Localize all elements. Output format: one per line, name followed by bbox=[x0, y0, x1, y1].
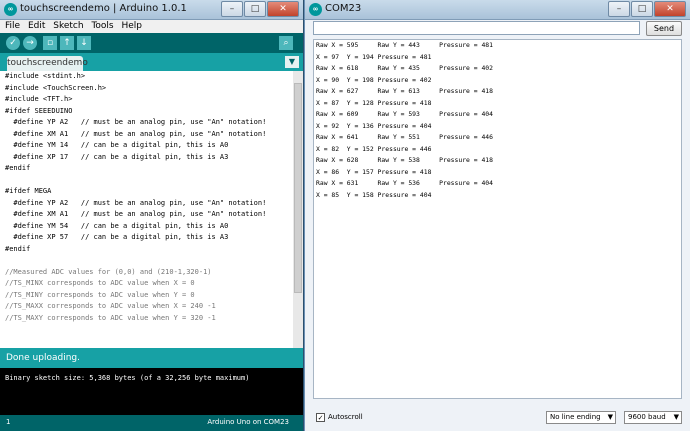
serial-title-bar[interactable]: ∞ COM23 – □ ✕ bbox=[305, 0, 690, 20]
maximize-button[interactable]: □ bbox=[631, 1, 653, 17]
code-line[interactable]: //TS_MAXY corresponds to ADC value when … bbox=[0, 313, 293, 325]
serial-output-line: Raw X = 631 Raw Y = 536 Pressure = 404 bbox=[316, 179, 493, 187]
sketch-tab-row: touchscreendemo ▼ bbox=[0, 53, 303, 71]
code-line[interactable]: //TS_MINX corresponds to ADC value when … bbox=[0, 278, 293, 290]
code-line[interactable]: #endif bbox=[0, 244, 293, 256]
code-line[interactable]: #define XM A1 // must be an analog pin, … bbox=[0, 209, 293, 221]
menu-tools[interactable]: Tools bbox=[91, 21, 113, 31]
serial-input[interactable] bbox=[313, 21, 640, 35]
serial-output-line: X = 82 Y = 152 Pressure = 446 bbox=[316, 144, 432, 153]
ide-menu-bar: File Edit Sketch Tools Help bbox=[0, 20, 303, 33]
serial-output-line: X = 86 Y = 157 Pressure = 418 bbox=[316, 167, 432, 176]
scrollbar-thumb[interactable] bbox=[294, 83, 302, 293]
code-line[interactable]: #define XM A1 // must be an analog pin, … bbox=[0, 129, 293, 141]
serial-output-line: X = 90 Y = 198 Pressure = 402 bbox=[316, 75, 432, 84]
code-line[interactable]: //TS_MAXX corresponds to ADC value when … bbox=[0, 301, 293, 313]
send-button[interactable]: Send bbox=[646, 21, 682, 36]
baud-rate-select[interactable]: 9600 baud ▼ bbox=[624, 411, 682, 424]
autoscroll-label: Autoscroll bbox=[328, 413, 363, 421]
chevron-down-icon: ▼ bbox=[673, 413, 679, 421]
line-ending-select[interactable]: No line ending ▼ bbox=[546, 411, 616, 424]
menu-sketch[interactable]: Sketch bbox=[53, 21, 83, 31]
serial-monitor-button[interactable]: ⌕ bbox=[279, 36, 293, 50]
menu-edit[interactable]: Edit bbox=[28, 21, 45, 31]
close-button[interactable]: ✕ bbox=[654, 1, 686, 17]
autoscroll-checkbox[interactable]: ✓ bbox=[316, 413, 325, 422]
new-button[interactable]: ▫ bbox=[43, 36, 57, 50]
code-line[interactable]: //TS_MINY corresponds to ADC value when … bbox=[0, 290, 293, 302]
arduino-logo-icon: ∞ bbox=[309, 3, 322, 16]
code-line[interactable]: //Measured ADC values for (0,0) and (210… bbox=[0, 267, 293, 279]
serial-input-row: Send bbox=[305, 19, 690, 39]
code-line[interactable]: #include <stdint.h> bbox=[0, 71, 293, 83]
console-output: Binary sketch size: 5,368 bytes (of a 32… bbox=[0, 368, 303, 415]
serial-output-line: Raw X = 627 Raw Y = 613 Pressure = 418 bbox=[316, 87, 493, 95]
open-button[interactable]: ↑ bbox=[60, 36, 74, 50]
tab-menu-arrow-icon[interactable]: ▼ bbox=[285, 56, 299, 68]
serial-monitor-window: ∞ COM23 – □ ✕ Send Raw X = 595 Raw Y = 4… bbox=[305, 0, 690, 431]
verify-button[interactable]: ✓ bbox=[6, 36, 20, 50]
serial-output-line: Raw X = 595 Raw Y = 443 Pressure = 481 bbox=[316, 41, 493, 49]
upload-button[interactable]: → bbox=[23, 36, 37, 50]
serial-output-line: Raw X = 618 Raw Y = 435 Pressure = 402 bbox=[316, 64, 493, 72]
maximize-button[interactable]: □ bbox=[244, 1, 266, 17]
ide-footer: 1 Arduino Uno on COM23 bbox=[0, 415, 303, 431]
tab-touchscreendemo[interactable]: touchscreendemo bbox=[7, 56, 88, 71]
code-line[interactable] bbox=[0, 255, 293, 267]
code-line[interactable]: #define YM 14 // can be a digital pin, t… bbox=[0, 140, 293, 152]
code-line[interactable]: #define YP A2 // must be an analog pin, … bbox=[0, 117, 293, 129]
serial-output-line: X = 87 Y = 128 Pressure = 418 bbox=[316, 98, 432, 107]
line-number: 1 bbox=[6, 418, 11, 426]
ide-title-bar[interactable]: ∞ touchscreendemo | Arduino 1.0.1 – □ ✕ bbox=[0, 0, 303, 20]
save-button[interactable]: ↓ bbox=[77, 36, 91, 50]
code-line[interactable]: #define YM 54 // can be a digital pin, t… bbox=[0, 221, 293, 233]
code-line[interactable] bbox=[0, 175, 293, 187]
baud-rate-value: 9600 baud bbox=[628, 413, 666, 421]
code-line[interactable]: #include <TFT.h> bbox=[0, 94, 293, 106]
serial-output-line: X = 92 Y = 136 Pressure = 404 bbox=[316, 121, 432, 130]
serial-window-title: COM23 bbox=[325, 3, 362, 14]
line-ending-value: No line ending bbox=[550, 413, 601, 421]
arduino-ide-window: ∞ touchscreendemo | Arduino 1.0.1 – □ ✕ … bbox=[0, 0, 304, 431]
code-line[interactable]: #define XP 57 // can be a digital pin, t… bbox=[0, 232, 293, 244]
code-line[interactable]: #ifdef MEGA bbox=[0, 186, 293, 198]
ide-toolbar: ✓ → ▫ ↑ ↓ ⌕ bbox=[0, 33, 303, 53]
serial-output[interactable]: Raw X = 595 Raw Y = 443 Pressure = 481 X … bbox=[313, 39, 682, 399]
serial-output-line: X = 85 Y = 158 Pressure = 404 bbox=[316, 190, 432, 199]
serial-output-line: Raw X = 609 Raw Y = 593 Pressure = 404 bbox=[316, 110, 493, 118]
ide-window-title: touchscreendemo | Arduino 1.0.1 bbox=[20, 3, 187, 14]
console-text: Binary sketch size: 5,368 bytes (of a 32… bbox=[5, 374, 250, 382]
code-editor[interactable]: #include <stdint.h> #include <TouchScreen… bbox=[0, 71, 293, 348]
editor-scrollbar[interactable] bbox=[293, 71, 303, 348]
status-text: Done uploading. bbox=[6, 353, 80, 363]
serial-footer: ✓ Autoscroll No line ending ▼ 9600 baud … bbox=[313, 410, 685, 426]
menu-help[interactable]: Help bbox=[122, 21, 143, 31]
serial-output-line: Raw X = 641 Raw Y = 551 Pressure = 446 bbox=[316, 133, 493, 141]
board-port-label: Arduino Uno on COM23 bbox=[207, 418, 289, 426]
code-line[interactable]: #define XP 17 // can be a digital pin, t… bbox=[0, 152, 293, 164]
minimize-button[interactable]: – bbox=[608, 1, 630, 17]
close-button[interactable]: ✕ bbox=[267, 1, 299, 17]
status-bar: Done uploading. bbox=[0, 348, 303, 368]
minimize-button[interactable]: – bbox=[221, 1, 243, 17]
code-line[interactable]: #endif bbox=[0, 163, 293, 175]
serial-output-line: X = 97 Y = 194 Pressure = 481 bbox=[316, 52, 432, 61]
serial-output-line: Raw X = 628 Raw Y = 538 Pressure = 418 bbox=[316, 156, 493, 164]
chevron-down-icon: ▼ bbox=[607, 413, 613, 421]
arduino-logo-icon: ∞ bbox=[4, 3, 17, 16]
code-line[interactable]: #include <TouchScreen.h> bbox=[0, 83, 293, 95]
code-line[interactable]: #define YP A2 // must be an analog pin, … bbox=[0, 198, 293, 210]
code-line[interactable]: #ifdef SEEEDUINO bbox=[0, 106, 293, 118]
menu-file[interactable]: File bbox=[5, 21, 20, 31]
